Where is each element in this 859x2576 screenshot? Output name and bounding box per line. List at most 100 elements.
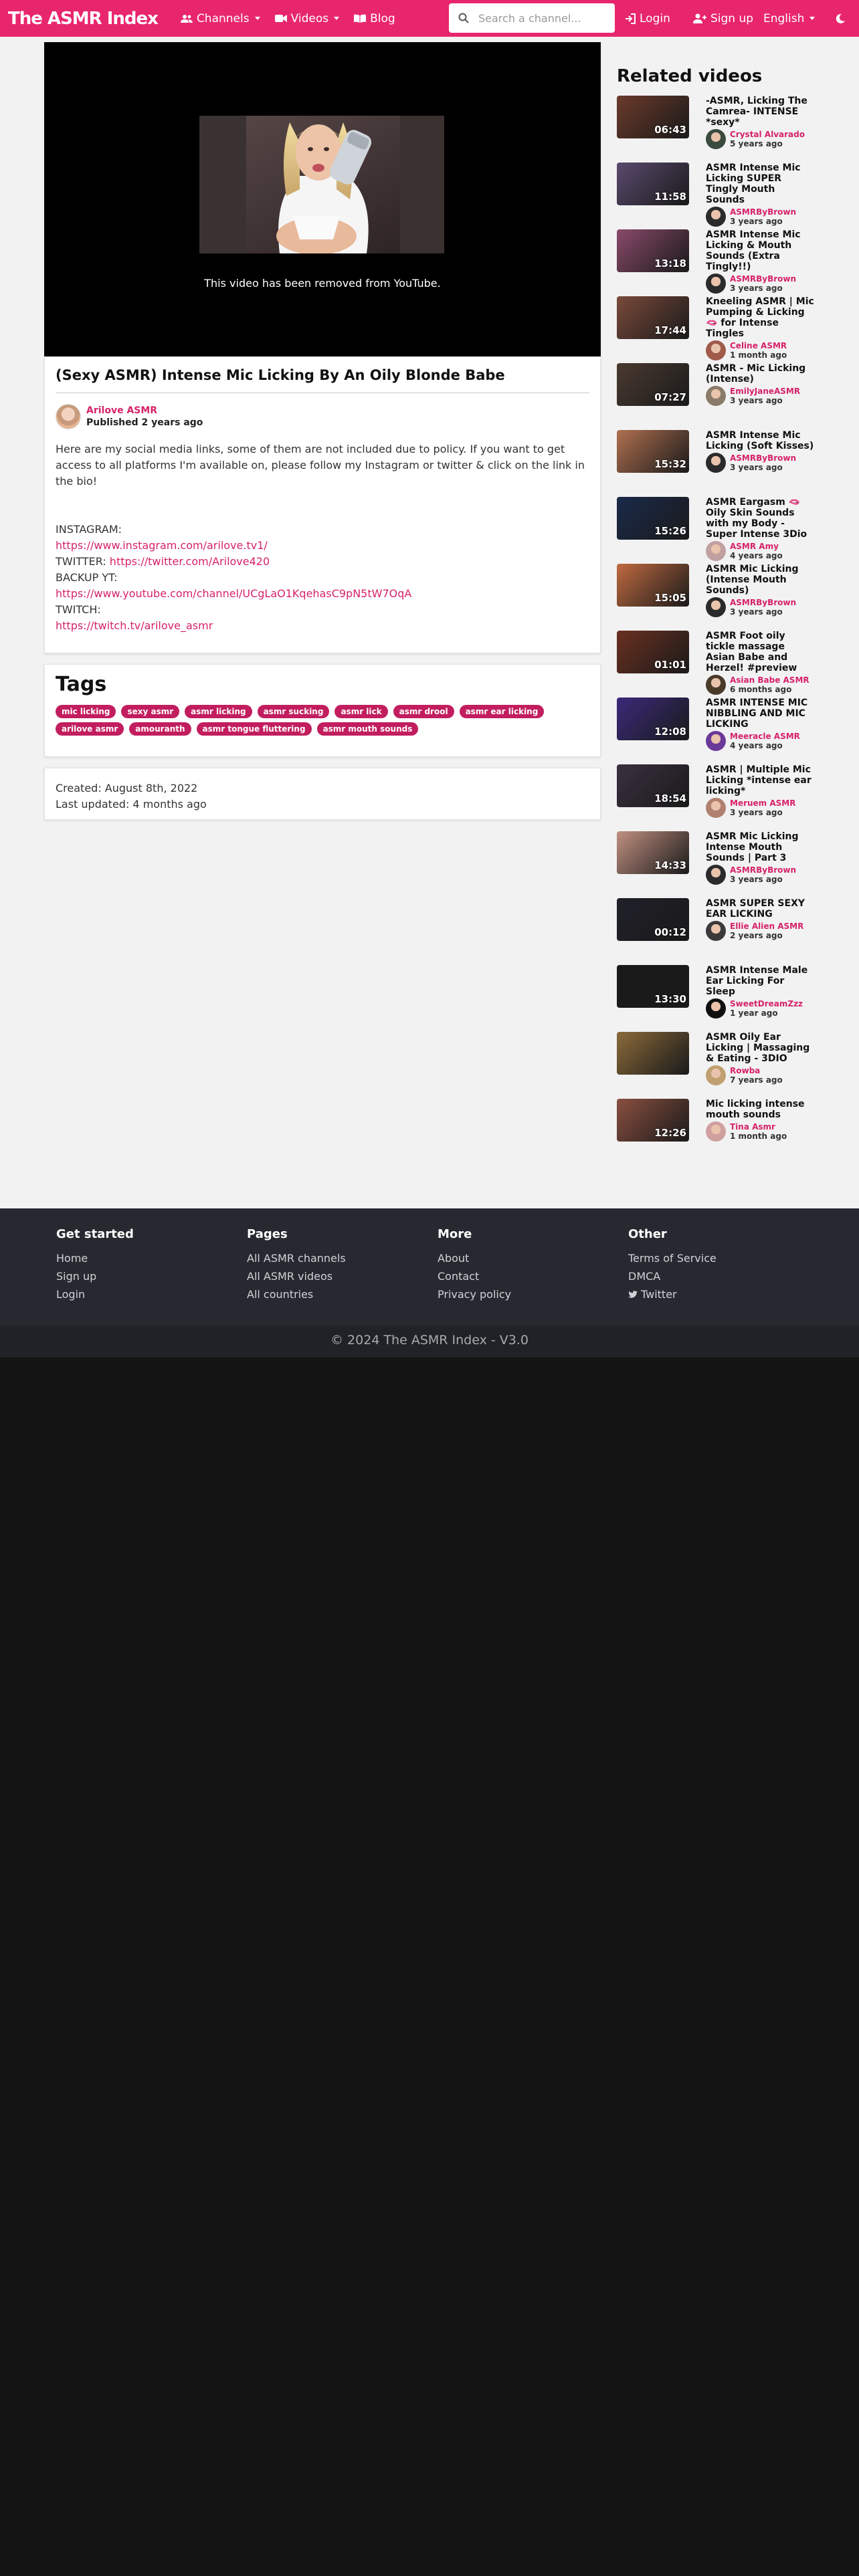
related-video-channel[interactable]: ASMRByBrown [730, 207, 796, 217]
instagram-link[interactable]: https://www.instagram.com/arilove.tv1/ [56, 539, 268, 552]
tag-chip[interactable]: sexy asmr [121, 705, 180, 718]
related-video-item[interactable]: 15:32 ASMR Intense Mic Licking (Soft Kiss… [617, 430, 818, 497]
related-video-thumbnail[interactable]: 17:44 [617, 296, 689, 339]
avatar[interactable] [706, 1121, 726, 1142]
related-video-item[interactable]: 12:08 ASMR INTENSE MIC NIBBLING AND MIC L… [617, 697, 818, 764]
related-video-thumbnail[interactable]: 13:30 [617, 965, 689, 1008]
avatar[interactable] [706, 731, 726, 751]
related-video-item[interactable]: 12:26 Mic licking intense mouth sounds Tin… [617, 1099, 818, 1166]
related-video-channel[interactable]: EmilyJaneASMR [730, 387, 800, 396]
related-video-channel[interactable]: ASMRByBrown [730, 598, 796, 607]
related-video-title[interactable]: ASMR Oily Ear Licking | Massaging & Eati… [706, 1032, 816, 1064]
brand-logo[interactable]: The ASMR Index [8, 9, 159, 29]
related-video-channel[interactable]: Celine ASMR [730, 341, 787, 350]
tag-chip[interactable]: asmr tongue fluttering [196, 722, 312, 736]
avatar[interactable] [706, 597, 726, 617]
related-video-item[interactable]: ASMR Oily Ear Licking | Massaging & Eati… [617, 1032, 818, 1099]
tag-chip[interactable]: asmr drool [393, 705, 454, 718]
related-video-item[interactable]: 15:26 ASMR Eargasm 🫦 Oily Skin Sounds wit… [617, 497, 818, 564]
tag-chip[interactable]: asmr ear licking [459, 705, 545, 718]
nav-videos-dropdown[interactable]: Videos [274, 12, 340, 25]
tag-chip[interactable]: asmr sucking [257, 705, 330, 718]
related-video-item[interactable]: 11:58 ASMR Intense Mic Licking SUPER Ting… [617, 163, 818, 229]
related-video-channel[interactable]: ASMRByBrown [730, 865, 796, 875]
related-video-thumbnail[interactable]: 12:08 [617, 697, 689, 740]
footer-link-contact[interactable]: Contact [438, 1267, 511, 1285]
twitch-link[interactable]: https://twitch.tv/arilove_asmr [56, 619, 213, 632]
avatar[interactable] [706, 541, 726, 561]
related-video-thumbnail[interactable] [617, 1032, 689, 1075]
related-video-title[interactable]: ASMR | Multiple Mic Licking *intense ear… [706, 764, 816, 796]
related-video-item[interactable]: 18:54 ASMR | Multiple Mic Licking *intens… [617, 764, 818, 831]
signup-link[interactable]: Sign up [693, 0, 753, 37]
footer-link-countries[interactable]: All countries [247, 1285, 346, 1303]
search-input[interactable] [478, 11, 599, 25]
tag-chip[interactable]: asmr lick [335, 705, 388, 718]
related-video-channel[interactable]: Ellie Alien ASMR [730, 922, 803, 931]
related-video-item[interactable]: 14:33 ASMR Mic Licking Intense Mouth Soun… [617, 831, 818, 898]
related-video-thumbnail[interactable]: 15:32 [617, 430, 689, 473]
related-video-item[interactable]: 00:12 ASMR SUPER SEXY EAR LICKING Ellie Al… [617, 898, 818, 965]
related-video-channel[interactable]: Meruem ASMR [730, 798, 795, 808]
avatar[interactable] [706, 207, 726, 227]
related-video-channel[interactable]: ASMRByBrown [730, 274, 796, 284]
avatar[interactable] [706, 675, 726, 695]
related-video-title[interactable]: ASMR Foot oily tickle massage Asian Babe… [706, 631, 816, 673]
footer-link-channels[interactable]: All ASMR channels [247, 1249, 346, 1267]
avatar[interactable] [56, 404, 81, 429]
footer-link-dmca[interactable]: DMCA [628, 1267, 717, 1285]
language-dropdown[interactable]: English [763, 0, 816, 37]
related-video-title[interactable]: ASMR Mic Licking (Intense Mouth Sounds) [706, 564, 816, 596]
related-video-channel[interactable]: ASMR Amy [730, 542, 783, 551]
related-video-thumbnail[interactable]: 07:27 [617, 363, 689, 406]
avatar[interactable] [706, 340, 726, 360]
avatar[interactable] [706, 865, 726, 885]
footer-link-terms[interactable]: Terms of Service [628, 1249, 717, 1267]
related-video-thumbnail[interactable]: 06:43 [617, 96, 689, 138]
related-video-title[interactable]: Kneeling ASMR | Mic Pumping & Licking 🫦 … [706, 296, 816, 339]
avatar[interactable] [706, 274, 726, 294]
related-video-item[interactable]: 13:30 ASMR Intense Male Ear Licking For S… [617, 965, 818, 1032]
tag-chip[interactable]: amouranth [129, 722, 191, 736]
related-video-title[interactable]: ASMR Intense Mic Licking (Soft Kisses) [706, 430, 816, 451]
avatar[interactable] [706, 998, 726, 1018]
related-video-thumbnail[interactable]: 00:12 [617, 898, 689, 941]
related-video-title[interactable]: ASMR - Mic Licking (Intense) [706, 363, 816, 385]
footer-link-signup[interactable]: Sign up [56, 1267, 134, 1285]
nav-channels-dropdown[interactable]: Channels [180, 12, 260, 25]
related-video-thumbnail[interactable]: 14:33 [617, 831, 689, 874]
footer-link-about[interactable]: About [438, 1249, 511, 1267]
author-link[interactable]: Arilove ASMR [86, 405, 203, 416]
avatar[interactable] [706, 1065, 726, 1085]
footer-link-videos[interactable]: All ASMR videos [247, 1267, 346, 1285]
tag-chip[interactable]: asmr licking [185, 705, 252, 718]
related-video-channel[interactable]: Crystal Alvarado [730, 130, 805, 139]
related-video-channel[interactable]: SweetDreamZzz [730, 999, 803, 1008]
related-video-thumbnail[interactable]: 01:01 [617, 631, 689, 673]
avatar[interactable] [706, 453, 726, 473]
related-video-item[interactable]: 15:05 ASMR Mic Licking (Intense Mouth Sou… [617, 564, 818, 631]
related-video-title[interactable]: ASMR Mic Licking Intense Mouth Sounds | … [706, 831, 816, 863]
footer-link-login[interactable]: Login [56, 1285, 134, 1303]
dark-mode-toggle[interactable] [835, 0, 850, 37]
related-video-thumbnail[interactable]: 12:26 [617, 1099, 689, 1142]
related-video-channel[interactable]: ASMRByBrown [730, 453, 796, 463]
backup-youtube-link[interactable]: https://www.youtube.com/channel/UCgLaO1K… [56, 587, 411, 600]
nav-blog-link[interactable]: Blog [354, 12, 395, 25]
related-video-item[interactable]: 13:18 ASMR Intense Mic Licking & Mouth So… [617, 229, 818, 296]
related-video-thumbnail[interactable]: 18:54 [617, 764, 689, 807]
avatar[interactable] [706, 921, 726, 941]
related-video-item[interactable]: 06:43 -ASMR, Licking The Camrea- INTENSE … [617, 96, 818, 163]
related-video-title[interactable]: ASMR INTENSE MIC NIBBLING AND MIC LICKIN… [706, 697, 816, 730]
login-link[interactable]: Login [625, 0, 670, 37]
related-video-title[interactable]: Mic licking intense mouth sounds [706, 1099, 816, 1120]
related-video-thumbnail[interactable]: 13:18 [617, 229, 689, 272]
related-video-channel[interactable]: Tina Asmr [730, 1122, 787, 1132]
related-video-title[interactable]: ASMR Eargasm 🫦 Oily Skin Sounds with my … [706, 497, 816, 540]
related-video-title[interactable]: -ASMR, Licking The Camrea- INTENSE *sexy… [706, 96, 816, 128]
related-video-thumbnail[interactable]: 11:58 [617, 163, 689, 205]
related-video-title[interactable]: ASMR Intense Male Ear Licking For Sleep [706, 965, 816, 997]
related-video-channel[interactable]: Asian Babe ASMR [730, 675, 809, 685]
related-video-thumbnail[interactable]: 15:26 [617, 497, 689, 540]
avatar[interactable] [706, 129, 726, 149]
